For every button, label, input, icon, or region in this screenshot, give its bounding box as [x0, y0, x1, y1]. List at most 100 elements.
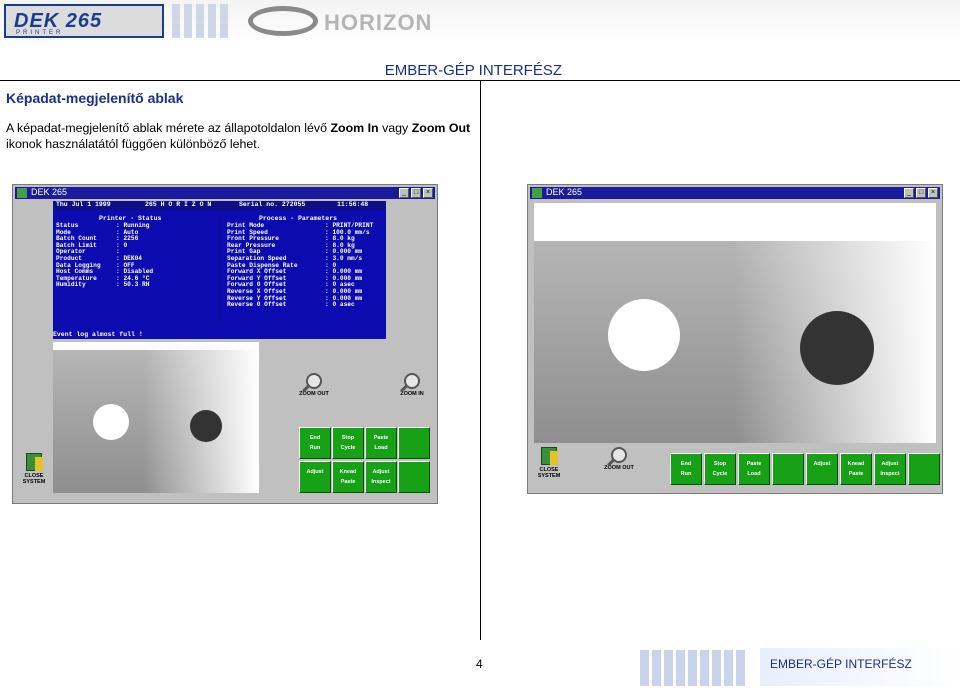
magnifier-icon	[306, 373, 322, 389]
horizon-logo-text: HORIZON	[324, 10, 433, 35]
action-button[interactable]: Stop Cycle	[332, 427, 364, 459]
action-button[interactable]	[772, 453, 804, 485]
action-button-label: Knead	[847, 461, 865, 467]
action-button-label: Run	[680, 471, 692, 477]
zoom-out-button[interactable]: ZOOM OUT	[602, 447, 636, 471]
param-rows: Print Mode: PRINT/PRINT Print Speed: 100.…	[227, 222, 373, 309]
action-button-label: Paste	[373, 435, 389, 441]
close-system-label: CLOSE SYSTEM	[537, 467, 561, 479]
action-button-label: Load	[747, 471, 761, 477]
zoom-out-button[interactable]: ZOOM OUT	[297, 373, 331, 397]
dek-logo: DEK 265 PRINTER	[4, 4, 164, 38]
app-icon	[17, 188, 27, 198]
action-button[interactable]: Knead Paste	[840, 453, 872, 485]
para-text: ikonok használatától függően különböző l…	[6, 137, 261, 151]
section-paragraph: A képadat-megjelenítő ablak mérete az ál…	[6, 120, 476, 152]
para-text: vagy	[378, 121, 412, 135]
horizon-logo: HORIZON	[248, 6, 448, 38]
solder-dot	[190, 410, 222, 442]
close-icon[interactable]: ×	[928, 188, 938, 198]
action-button[interactable]: Stop Cycle	[704, 453, 736, 485]
action-button[interactable]	[398, 427, 430, 459]
right-app-window: DEK 265 _ □ × CLOSE SYSTEM ZOOM OUT End R…	[527, 184, 943, 494]
document-page: DEK 265 PRINTER HORIZON EMBER-GÉP INTERF…	[0, 0, 960, 688]
minimize-button[interactable]: _	[399, 188, 409, 198]
action-button-label: Adjust	[306, 469, 324, 475]
param-row: Reverse 0 Offset: 0 asec	[227, 301, 373, 309]
right-window-title: DEK 265	[546, 187, 583, 197]
action-button-label: Adjust	[881, 461, 899, 467]
close-icon[interactable]: ×	[423, 188, 433, 198]
action-button[interactable]: Adjust	[806, 453, 838, 485]
document-title: EMBER-GÉP INTERFÉSZ	[384, 62, 562, 79]
action-button[interactable]: Adjust Inspect	[874, 453, 906, 485]
action-button-label: Load	[374, 445, 388, 451]
action-button-label: Stop	[341, 435, 355, 441]
zoom-in-button[interactable]: ZOOM IN	[395, 373, 429, 397]
action-button-label: Paste	[848, 471, 864, 477]
exit-door-icon	[26, 453, 43, 471]
right-camera-image	[534, 203, 936, 443]
action-button[interactable]	[398, 461, 430, 493]
param-value: 0	[123, 241, 128, 249]
action-button[interactable]: End Run	[670, 453, 702, 485]
action-button[interactable]: Paste Load	[738, 453, 770, 485]
action-button[interactable]: Adjust Inspect	[365, 461, 397, 493]
action-button-label: Paste	[746, 461, 762, 467]
close-system-label: CLOSE SYSTEM	[22, 473, 46, 485]
header-stripes	[172, 4, 242, 38]
close-system-button[interactable]: CLOSE SYSTEM	[534, 447, 564, 479]
maximize-button[interactable]: □	[916, 188, 926, 198]
param-key: Reverse 0 Offset	[227, 301, 287, 309]
printer-status-heading: Printer - Status	[99, 215, 162, 222]
action-button-label: End	[680, 461, 692, 467]
footer-stripes	[640, 650, 760, 686]
close-system-button[interactable]: CLOSE SYSTEM	[19, 453, 49, 485]
magnifier-icon	[404, 373, 420, 389]
para-text: A képadat-megjelenítő ablak mérete az ál…	[6, 121, 331, 135]
action-button[interactable]	[908, 453, 940, 485]
action-button-label: Cycle	[712, 471, 728, 477]
param-value: 0 asec	[332, 301, 355, 309]
action-button[interactable]: End Run	[299, 427, 331, 459]
column-divider	[480, 80, 481, 640]
action-button[interactable]: Paste Load	[365, 427, 397, 459]
action-button-label: Run	[309, 445, 321, 451]
action-button-label: Paste	[340, 479, 356, 485]
action-button-label: Adjust	[813, 461, 831, 467]
left-app-window: DEK 265 _ □ × Thu Jul 1 1999 265 H O R I…	[12, 184, 438, 504]
solder-dot	[800, 311, 874, 385]
info-date: Thu Jul 1 1999	[56, 201, 111, 208]
right-titlebar: DEK 265 _ □ ×	[530, 187, 940, 199]
status-panel: Thu Jul 1 1999 265 H O R I Z O N Serial …	[53, 201, 386, 339]
aperture-circle	[93, 404, 129, 440]
action-button[interactable]: Adjust	[299, 461, 331, 493]
action-button-label: End	[309, 435, 321, 441]
footer-title: EMBER-GÉP INTERFÉSZ	[770, 657, 912, 671]
page-number: 4	[476, 657, 483, 671]
app-icon	[532, 188, 542, 198]
magnifier-icon	[611, 447, 627, 463]
left-titlebar: DEK 265 _ □ ×	[15, 187, 435, 199]
action-button[interactable]: Knead Paste	[332, 461, 364, 493]
info-bar: Thu Jul 1 1999 265 H O R I Z O N Serial …	[53, 201, 386, 210]
action-button-label: Cycle	[340, 445, 356, 451]
section-title: Képadat-megjelenítő ablak	[6, 90, 184, 106]
info-model: 265 H O R I Z O N	[145, 201, 212, 208]
para-zoom-in: Zoom In	[330, 121, 379, 135]
param-key: Humidity	[56, 281, 86, 289]
param-value: 50.3 RH	[123, 281, 150, 289]
param-value: 3.0 mm/s	[332, 254, 363, 262]
aperture-circle	[608, 299, 680, 371]
info-time: 11:56:48	[337, 201, 369, 208]
dek-logo-subtext: PRINTER	[16, 30, 64, 36]
minimize-button[interactable]: _	[904, 188, 914, 198]
maximize-button[interactable]: □	[411, 188, 421, 198]
para-zoom-out: Zoom Out	[411, 121, 471, 135]
event-log-message: Event log almost full !	[53, 331, 143, 338]
action-button-label: Knead	[339, 469, 357, 475]
param-row: Humidity: 50.3 RH	[56, 282, 153, 289]
action-button-label: Stop	[713, 461, 727, 467]
panel-divider	[219, 213, 220, 327]
process-params-heading: Process - Parameters	[259, 215, 338, 222]
